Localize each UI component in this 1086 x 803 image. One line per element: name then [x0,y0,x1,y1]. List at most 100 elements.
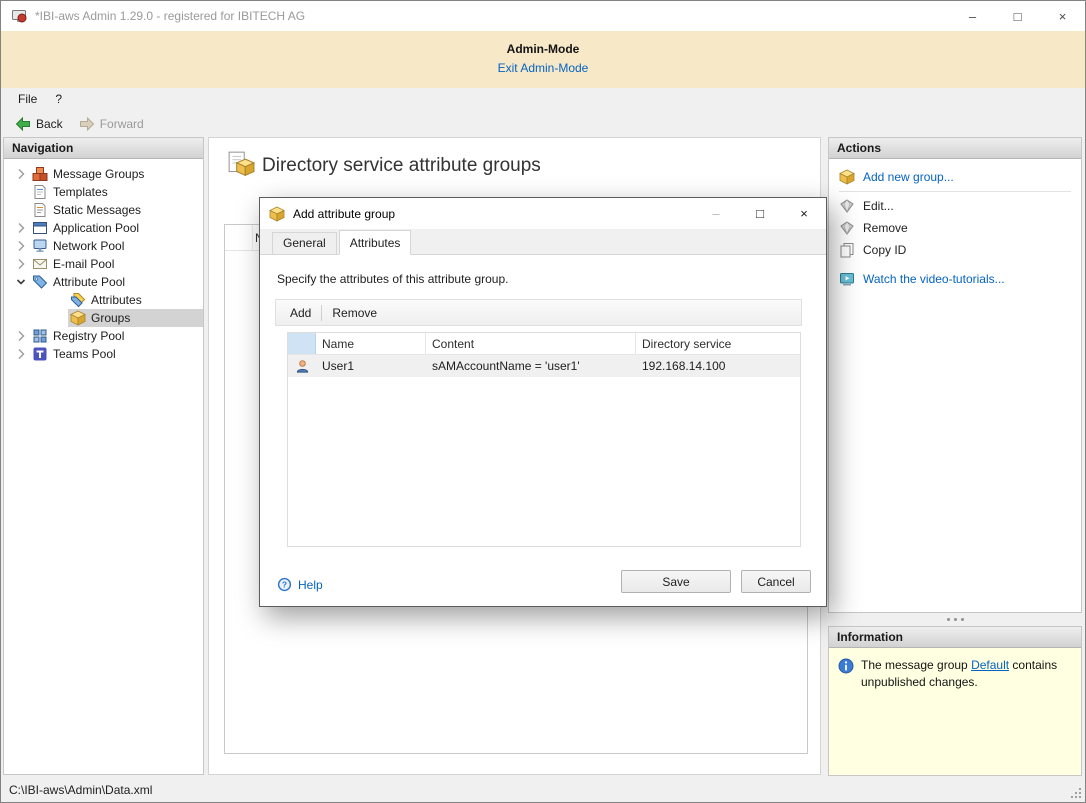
nav-item-teams-pool[interactable]: Teams Pool [4,345,203,363]
information-panel: Information The message group Default co… [828,626,1082,776]
actions-panel: Actions Add new group... Edit... Remove … [828,137,1082,613]
app-icon [11,8,27,24]
row-name: User1 [316,359,426,373]
remove-attribute-button[interactable]: Remove [322,306,387,320]
table-row[interactable]: User1 sAMAccountName = 'user1' 192.168.1… [288,355,800,377]
nav-item-attributes[interactable]: Attributes [4,291,203,309]
actions-header: Actions [829,138,1081,159]
teams-pool-icon [32,346,48,362]
information-text: The message group Default contains unpub… [861,657,1072,690]
add-group-icon [839,169,855,185]
dialog-close-button[interactable]: × [782,198,826,229]
tab-attributes[interactable]: Attributes [339,230,412,255]
app-window: *IBI-aws Admin 1.29.0 - registered for I… [0,0,1086,803]
chevron-right-icon[interactable] [12,166,30,182]
dialog-tabs: General Attributes [260,229,826,255]
chevron-right-icon[interactable] [12,328,30,344]
nav-item-network-pool[interactable]: Network Pool [4,237,203,255]
menu-help[interactable]: ? [46,89,71,109]
status-bar: C:\IBI-aws\Admin\Data.xml [1,778,1085,802]
attributes-table-header: Name Content Directory service [288,333,800,355]
close-button[interactable]: × [1040,1,1085,31]
nav-item-label: Network Pool [53,239,124,253]
nav-item-label: Registry Pool [53,329,124,343]
action-label: Watch the video-tutorials... [863,272,1005,286]
chevron-right-icon[interactable] [12,346,30,362]
save-button[interactable]: Save [621,570,731,593]
action-label: Copy ID [863,243,906,257]
chevron-right-icon[interactable] [12,238,30,254]
nav-item-label: E-mail Pool [53,257,114,271]
back-button[interactable]: Back [7,113,71,135]
action-label: Add new group... [863,170,954,184]
tab-general[interactable]: General [272,232,337,255]
navigation-header: Navigation [4,138,203,159]
nav-item-templates[interactable]: Templates [4,183,203,201]
info-text-before: The message group [861,658,971,672]
menu-file[interactable]: File [9,89,46,109]
nav-item-label: Attribute Pool [53,275,125,289]
menu-bar: File ? [1,88,1085,110]
page-title: Directory service attribute groups [262,155,541,177]
help-link[interactable]: ? Help [277,577,323,592]
directory-service-column-header[interactable]: Directory service [636,333,800,354]
add-attribute-button[interactable]: Add [276,306,321,320]
action-copy-id[interactable]: Copy ID [829,239,1081,261]
window-title: *IBI-aws Admin 1.29.0 - registered for I… [35,9,305,23]
exit-admin-mode-link[interactable]: Exit Admin-Mode [498,61,589,75]
admin-mode-banner: Admin-Mode Exit Admin-Mode [1,31,1085,88]
network-pool-icon [32,238,48,254]
copy-icon [839,242,855,258]
nav-item-application-pool[interactable]: Application Pool [4,219,203,237]
nav-item-message-groups[interactable]: Message Groups [4,165,203,183]
video-tutorials-icon [839,271,855,287]
dialog-maximize-button[interactable]: □ [738,198,782,229]
nav-toolbar: Back Forward [1,110,1085,137]
action-watch-tutorials[interactable]: Watch the video-tutorials... [829,268,1081,290]
resize-grip[interactable] [1070,787,1083,800]
forward-button[interactable]: Forward [71,113,152,135]
email-pool-icon [32,256,48,272]
list-icon-column [225,225,253,250]
message-groups-icon [32,166,48,182]
nav-item-static-messages[interactable]: Static Messages [4,201,203,219]
minimize-button[interactable]: – [950,1,995,31]
action-add-new-group[interactable]: Add new group... [829,166,1081,188]
maximize-button[interactable]: □ [995,1,1040,31]
nav-item-label: Message Groups [53,167,144,181]
default-group-link[interactable]: Default [971,658,1009,672]
cancel-button[interactable]: Cancel [741,570,811,593]
name-column-header[interactable]: Name [316,333,426,354]
back-label: Back [36,117,63,131]
panel-splitter[interactable] [828,613,1082,626]
chevron-right-icon[interactable] [12,220,30,236]
nav-item-label: Attributes [91,293,142,307]
action-label: Remove [863,221,908,235]
nav-item-label: Templates [53,185,108,199]
nav-item-attribute-pool[interactable]: Attribute Pool [4,273,203,291]
nav-item-groups[interactable]: Groups [4,309,203,327]
user-icon [288,359,316,374]
nav-item-email-pool[interactable]: E-mail Pool [4,255,203,273]
actions-separator [839,191,1071,192]
twisty-spacer [12,202,30,218]
nav-item-registry-pool[interactable]: Registry Pool [4,327,203,345]
dialog-minimize-button[interactable]: – [694,198,738,229]
nav-item-label: Static Messages [53,203,141,217]
chevron-right-icon[interactable] [12,256,30,272]
svg-text:?: ? [282,580,287,590]
help-label: Help [298,578,323,592]
action-remove[interactable]: Remove [829,217,1081,239]
attributes-icon [70,292,86,308]
status-path: C:\IBI-aws\Admin\Data.xml [9,783,152,797]
registry-pool-icon [32,328,48,344]
icon-column-header[interactable] [288,333,316,354]
chevron-down-icon[interactable] [12,274,30,290]
content-column-header[interactable]: Content [426,333,636,354]
remove-icon [839,220,855,236]
attributes-toolbar: Add Remove [275,299,802,326]
dialog-controls: – □ × [694,198,826,229]
row-directory-service: 192.168.14.100 [636,359,800,373]
attributes-table: Name Content Directory service User1 sAM… [287,332,801,547]
action-edit[interactable]: Edit... [829,195,1081,217]
